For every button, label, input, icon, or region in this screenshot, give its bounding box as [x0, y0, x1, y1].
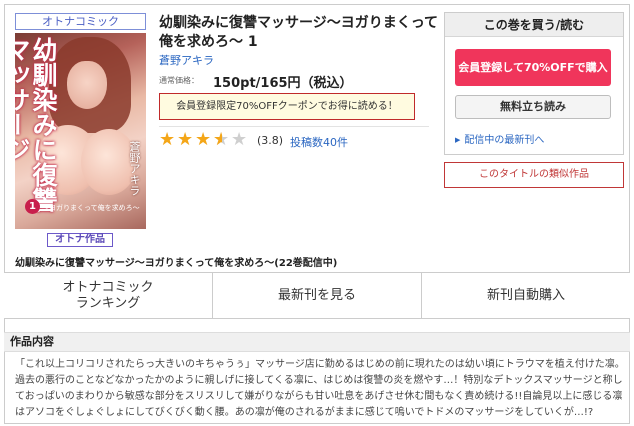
triangle-right-icon: ▶ — [455, 136, 461, 144]
price-label: 通常価格： — [159, 76, 199, 85]
adult-label-badge: オトナ作品 — [47, 233, 113, 247]
series-title: 幼馴染みに復讐マッサージ〜ヨガりまくって俺を求めろ〜(22巻配信中) — [15, 258, 338, 269]
latest-volume-link[interactable]: ▶ 配信中の最新刊へ — [455, 131, 544, 146]
price-value: 150pt/165円（税込） — [213, 76, 353, 91]
star-icon: ★ — [177, 129, 194, 150]
ranking-tab-line1: オトナコミック — [62, 279, 154, 295]
genre-tag[interactable]: オトナコミック — [15, 13, 146, 30]
description-heading: 作品内容 — [4, 332, 630, 352]
cover-volume-badge: 1 — [25, 199, 40, 214]
ranking-tab-line2: ランキング — [75, 295, 141, 311]
ranking-tab[interactable]: オトナコミック ランキング — [4, 273, 213, 318]
cover-author: 蒼野アキラ — [128, 141, 141, 196]
cover-art-face — [67, 61, 107, 109]
reviews-link[interactable]: 投稿数40件 — [290, 134, 348, 150]
divider — [159, 126, 429, 127]
similar-titles-button[interactable]: このタイトルの類似作品 — [444, 162, 624, 188]
cover-subtitle: 〜ヨガりまくって俺を求めろ〜 — [42, 204, 140, 212]
auto-purchase-tab[interactable]: 新刊自動購入 — [422, 273, 630, 318]
author-link[interactable]: 蒼野アキラ — [159, 52, 214, 68]
description-text: 「これ以上コリコリされたらっ大きいのキちゃうぅ」マッサージ店に勤めるはじめの前に… — [15, 359, 625, 418]
latest-volume-link-label: 配信中の最新刊へ — [464, 135, 545, 146]
star-icon: ★ — [195, 129, 212, 150]
rating-value: (3.8) — [257, 134, 284, 147]
latest-volume-tab[interactable]: 最新刊を見る — [213, 273, 422, 318]
book-title: 幼馴染みに復讐マッサージ〜ヨガりまくって俺を求めろ〜 1 — [159, 15, 439, 50]
cover-image[interactable]: 幼馴染みに復讐マッサージ 蒼野アキラ 1 〜ヨガりまくって俺を求めろ〜 — [15, 33, 146, 229]
rating-stars: ★ ★ ★ ★ ★ — [159, 129, 249, 150]
star-icon: ★ — [159, 129, 176, 150]
register-purchase-button[interactable]: 会員登録して70%OFFで購入 — [455, 49, 611, 86]
coupon-banner[interactable]: 会員登録限定70%OFFクーポンでお得に読める！ — [159, 93, 415, 120]
free-preview-button[interactable]: 無料立ち読み — [455, 95, 611, 119]
half-star-icon: ★ — [213, 131, 231, 150]
purchase-box: この巻を買う/読む 会員登録して70%OFFで購入 無料立ち読み ▶ 配信中の最新… — [444, 12, 624, 155]
purchase-box-heading: この巻を買う/読む — [445, 13, 623, 37]
action-tabs: オトナコミック ランキング 最新刊を見る 新刊自動購入 — [4, 272, 630, 319]
empty-star-icon: ★ — [231, 129, 248, 150]
